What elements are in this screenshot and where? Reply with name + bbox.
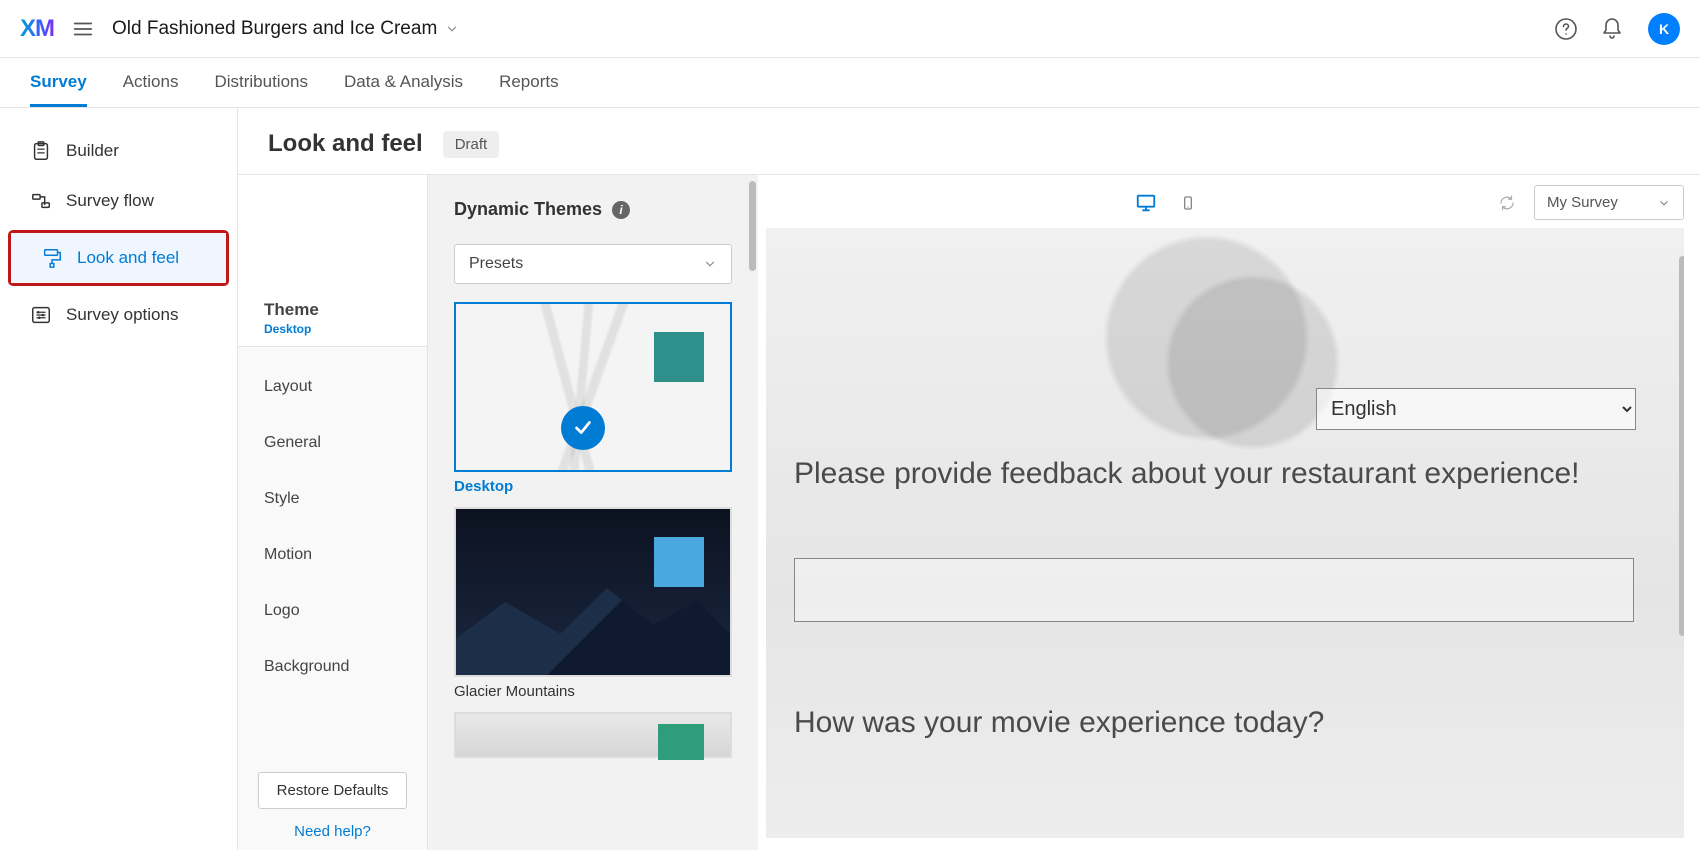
settings-item-general[interactable]: General [238, 415, 427, 471]
settings-item-background[interactable]: Background [238, 639, 427, 695]
survey-selected: My Survey [1547, 194, 1618, 211]
settings-category-label: Theme [264, 300, 319, 320]
survey-preview: English Please provide feedback about yo… [766, 228, 1684, 838]
tab-data-analysis[interactable]: Data & Analysis [344, 58, 463, 107]
clipboard-icon [30, 140, 52, 162]
user-avatar[interactable]: K [1648, 13, 1680, 45]
themes-heading: Dynamic Themes [454, 199, 602, 220]
theme-thumbnail [456, 509, 730, 675]
question-1-input[interactable] [794, 558, 1634, 622]
page-title: Look and feel [268, 130, 423, 158]
chevron-down-icon [703, 257, 717, 271]
logo: XM [20, 15, 54, 43]
top-bar: XM Old Fashioned Burgers and Ice Cream K [0, 0, 1700, 58]
theme-name: Glacier Mountains [454, 683, 732, 700]
settings-item-style[interactable]: Style [238, 471, 427, 527]
scrollbar[interactable] [749, 181, 756, 271]
main-tabs: Survey Actions Distributions Data & Anal… [0, 58, 1700, 108]
desktop-preview-icon[interactable] [1134, 192, 1158, 214]
chevron-down-icon [445, 22, 459, 36]
help-icon[interactable] [1554, 17, 1578, 41]
question-1-text: Please provide feedback about your resta… [794, 453, 1624, 495]
presets-dropdown[interactable]: Presets [454, 244, 732, 284]
theme-card-desktop[interactable]: Desktop [454, 302, 732, 495]
themes-panel: Dynamic Themes i Presets Desktop [428, 174, 758, 850]
sidebar-item-label: Survey flow [66, 191, 154, 211]
settings-category-sublabel: Desktop [264, 322, 319, 336]
preview-background-image [766, 228, 1684, 838]
settings-item-layout[interactable]: Layout [238, 359, 427, 415]
settings-sidebar: Theme Desktop Layout General Style Motio… [238, 174, 428, 850]
question-2-text: How was your movie experience today? [794, 706, 1324, 740]
menu-icon[interactable] [72, 18, 94, 40]
page-header: Look and feel Draft [238, 108, 1700, 174]
survey-select[interactable]: My Survey [1534, 185, 1684, 220]
theme-name: Desktop [454, 478, 732, 495]
sidebar-item-label: Builder [66, 141, 119, 161]
tab-actions[interactable]: Actions [123, 58, 179, 107]
presets-selected: Presets [469, 255, 523, 273]
sidebar-item-survey-flow[interactable]: Survey flow [0, 176, 237, 226]
theme-card-glacier[interactable]: Glacier Mountains [454, 507, 732, 700]
selected-check-icon [561, 406, 605, 450]
color-swatch [658, 724, 704, 760]
tab-distributions[interactable]: Distributions [214, 58, 308, 107]
settings-active-category[interactable]: Theme Desktop [238, 261, 427, 347]
theme-card-next[interactable] [454, 712, 732, 758]
sidebar-item-label: Survey options [66, 305, 178, 325]
project-switcher[interactable]: Old Fashioned Burgers and Ice Cream [112, 18, 459, 40]
paint-roller-icon [41, 247, 63, 269]
status-badge: Draft [443, 131, 500, 158]
tab-reports[interactable]: Reports [499, 58, 559, 107]
restore-defaults-button[interactable]: Restore Defaults [258, 772, 407, 809]
left-sidebar: Builder Survey flow Look and feel Survey… [0, 108, 238, 850]
settings-item-motion[interactable]: Motion [238, 527, 427, 583]
sliders-icon [30, 304, 52, 326]
color-swatch [654, 537, 704, 587]
settings-item-logo[interactable]: Logo [238, 583, 427, 639]
sidebar-item-builder[interactable]: Builder [0, 126, 237, 176]
mobile-preview-icon[interactable] [1180, 192, 1196, 214]
preview-panel: My Survey English Please provide feedbac… [758, 174, 1700, 850]
sidebar-item-survey-options[interactable]: Survey options [0, 290, 237, 340]
scrollbar[interactable] [1679, 256, 1684, 636]
sidebar-item-label: Look and feel [77, 248, 179, 268]
chevron-down-icon [1657, 196, 1671, 210]
flow-icon [30, 190, 52, 212]
language-select[interactable]: English [1316, 388, 1636, 430]
bell-icon[interactable] [1600, 17, 1624, 41]
color-swatch [654, 332, 704, 382]
refresh-icon[interactable] [1498, 194, 1516, 212]
tab-survey[interactable]: Survey [30, 58, 87, 107]
sidebar-highlight-box: Look and feel [8, 230, 229, 286]
sidebar-item-look-and-feel[interactable]: Look and feel [11, 233, 226, 283]
project-name: Old Fashioned Burgers and Ice Cream [112, 18, 437, 40]
info-icon[interactable]: i [612, 201, 630, 219]
need-help-link[interactable]: Need help? [238, 823, 427, 850]
